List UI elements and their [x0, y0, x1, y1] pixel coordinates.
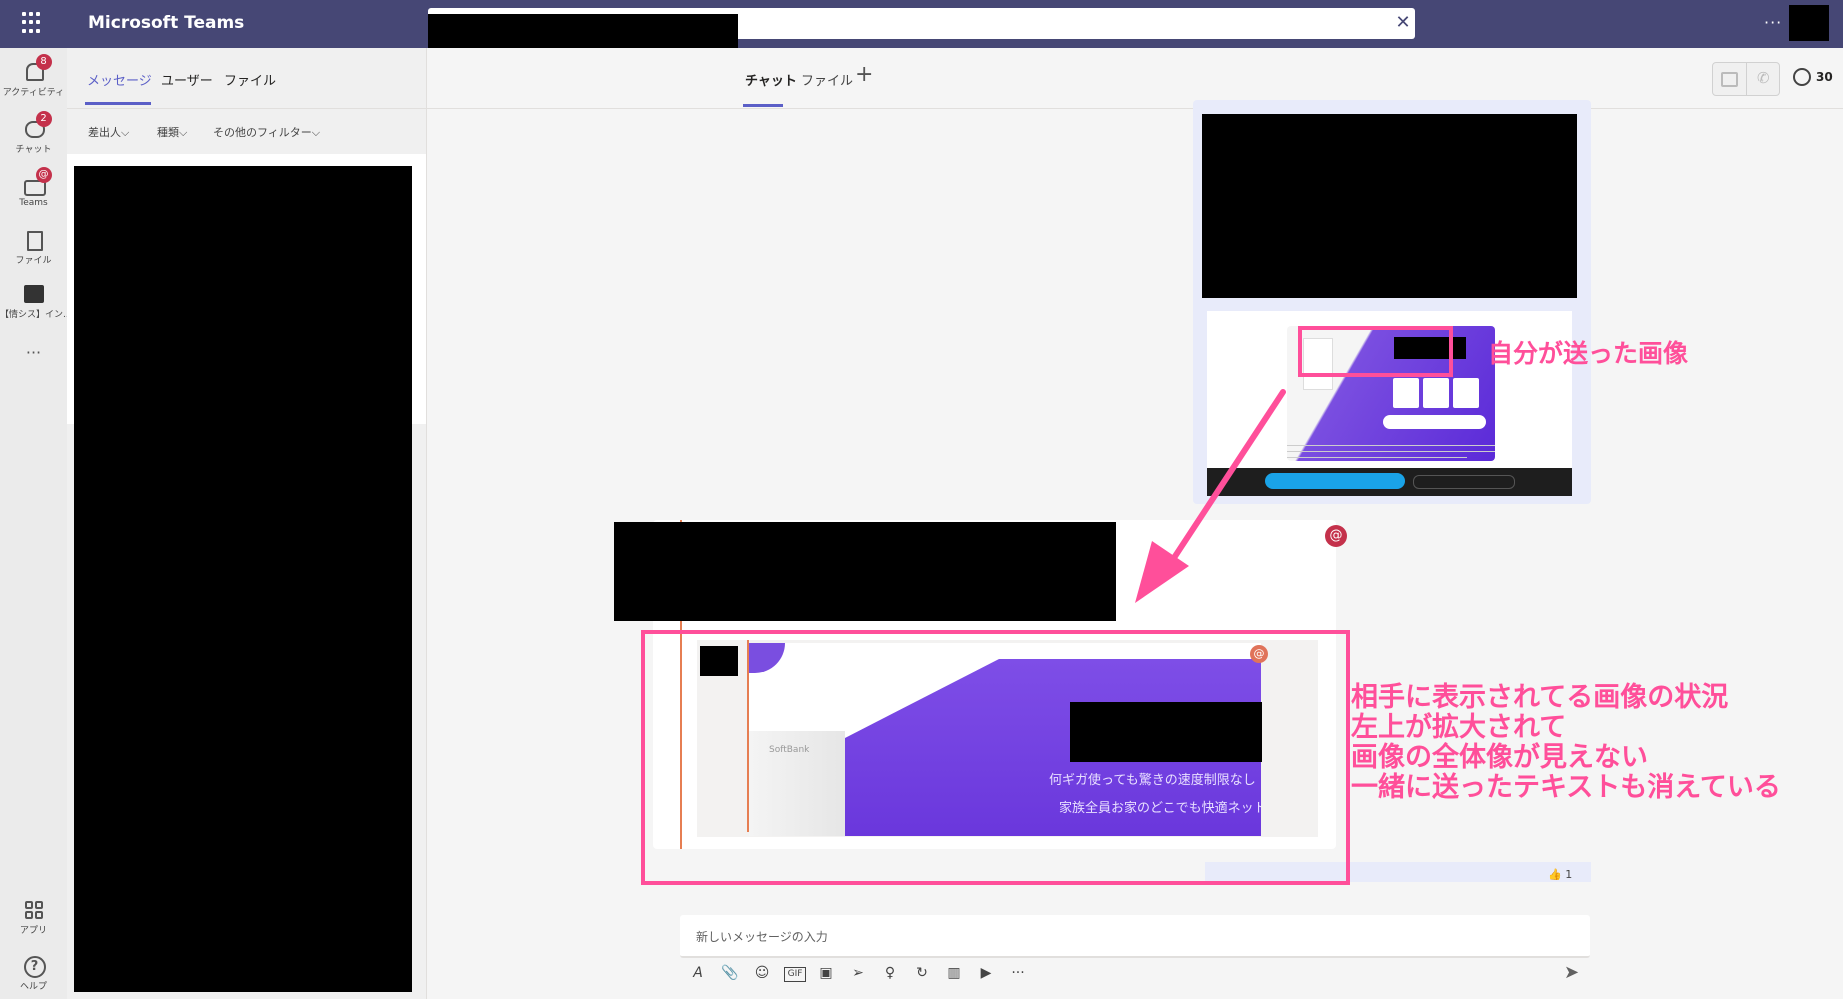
spec-card [1393, 378, 1419, 408]
apps-icon [24, 901, 43, 919]
spec-card [1453, 378, 1479, 408]
redacted-list [74, 166, 412, 992]
tab-chat[interactable]: チャット [745, 70, 797, 89]
mention-icon: @ [1325, 525, 1347, 547]
spec-card [1423, 378, 1449, 408]
rail-label: 【情シス】イン... [0, 310, 72, 320]
chevron-down-icon: ⌵ [311, 126, 321, 139]
caption-line [1287, 445, 1495, 446]
video-call-icon[interactable] [1721, 72, 1738, 87]
forms-icon[interactable]: ▥ [944, 965, 964, 981]
meet-icon[interactable]: ➢ [848, 965, 868, 981]
chat-badge: 2 [35, 111, 52, 127]
app-title: Microsoft Teams [88, 13, 245, 33]
annotation-line: 一緒に送ったテキストも消えている [1351, 772, 1781, 803]
rail-apps[interactable]: アプリ [0, 898, 67, 936]
compose-box[interactable]: 新しいメッセージの入力 [680, 915, 1590, 958]
teams-badge: @ [35, 167, 52, 183]
more-actions-icon[interactable]: ··· [1008, 965, 1028, 981]
custom-app-icon [23, 285, 44, 303]
call-buttons: ✆ [1712, 62, 1780, 96]
tab-files[interactable]: ファイル [224, 70, 276, 89]
user-avatar-redacted[interactable] [1789, 5, 1829, 41]
caption-line [1287, 457, 1467, 458]
gif-icon[interactable]: GIF [784, 967, 806, 982]
annotation-line: 画像の全体像が見えない [1351, 742, 1648, 773]
filter-other[interactable]: その他のフィルター⌵ [213, 124, 320, 140]
file-icon [26, 231, 43, 251]
tab-files[interactable]: ファイル [801, 70, 853, 89]
redacted-message-text [614, 522, 1116, 621]
filter-type[interactable]: 種類⌵ [157, 124, 187, 140]
divider [1746, 63, 1747, 95]
cta-pill [1383, 415, 1486, 429]
filter-row: 差出人⌵ 種類⌵ その他のフィルター⌵ [67, 108, 426, 156]
help-icon: ? [23, 956, 46, 978]
image-secondary-button [1413, 475, 1515, 489]
add-tab-icon[interactable]: + [855, 62, 873, 87]
rail-more[interactable]: ··· [0, 342, 67, 362]
annotation-line: 相手に表示されてる画像の状況 [1351, 682, 1729, 713]
attach-icon[interactable]: 📎 [720, 965, 740, 981]
rail-files[interactable]: ファイル [0, 228, 67, 266]
filter-label: その他のフィルター [213, 126, 312, 139]
filter-sender[interactable]: 差出人⌵ [88, 124, 129, 140]
annotation-box-received [641, 630, 1350, 885]
send-icon[interactable]: ➤ [1564, 962, 1579, 983]
rail-label: ファイル [15, 256, 52, 266]
more-apps-icon: ··· [25, 343, 42, 362]
filter-label: 種類 [157, 126, 179, 139]
search-close-icon[interactable]: ✕ [1392, 10, 1414, 36]
rail-teams[interactable]: @ Teams [0, 167, 67, 208]
rail-label: ヘルプ [19, 982, 47, 992]
loop-icon[interactable]: ↻ [912, 965, 932, 981]
chevron-down-icon: ⌵ [179, 126, 188, 139]
rail-label: アクティビティ [2, 88, 65, 98]
tab-messages[interactable]: メッセージ [87, 70, 152, 89]
emoji-icon[interactable]: ☺ [752, 965, 772, 981]
annotation-label-sent: 自分が送った画像 [1488, 339, 1689, 368]
channel-header: チャット ファイル + ✆ 30 [427, 48, 1843, 109]
activity-badge: 8 [35, 54, 52, 70]
tab-users[interactable]: ユーザー [161, 70, 213, 89]
chevron-down-icon: ⌵ [121, 126, 130, 139]
annotation-line: 左上が拡大されて [1351, 712, 1567, 743]
like-reaction[interactable]: 👍 1 [1548, 868, 1572, 881]
caption-line [1287, 451, 1495, 452]
phone-call-icon[interactable]: ✆ [1757, 69, 1770, 87]
rail-chat[interactable]: 2 チャット [0, 111, 67, 155]
rail-label: チャット [15, 145, 52, 155]
participants-icon[interactable] [1793, 68, 1811, 86]
praise-icon[interactable]: ♀ [880, 965, 900, 981]
rail-custom-app[interactable]: 【情シス】イン... [0, 282, 72, 320]
format-icon[interactable]: A [688, 965, 708, 981]
image-cta-button [1265, 473, 1405, 489]
tab-underline [743, 104, 783, 107]
youtube-icon[interactable]: ▶ [976, 965, 996, 981]
rail-label: Teams [19, 198, 48, 208]
redacted-text [1202, 114, 1577, 298]
participants-count[interactable]: 30 [1816, 70, 1833, 84]
annotation-box-sent [1298, 326, 1453, 377]
annotation-description: 相手に表示されてる画像の状況 左上が拡大されて 画像の全体像が見えない 一緒に送… [1351, 683, 1781, 803]
compose-placeholder: 新しいメッセージの入力 [696, 930, 828, 944]
tab-underline [85, 102, 151, 105]
rail-activity[interactable]: 8 アクティビティ [0, 54, 67, 98]
rail-help[interactable]: ? ヘルプ [0, 954, 67, 992]
app-launcher-icon[interactable] [22, 12, 44, 34]
more-options-icon[interactable]: ··· [1764, 13, 1782, 32]
sticker-icon[interactable]: ▣ [816, 965, 836, 981]
rail-label: アプリ [19, 926, 47, 936]
filter-label: 差出人 [88, 126, 121, 139]
